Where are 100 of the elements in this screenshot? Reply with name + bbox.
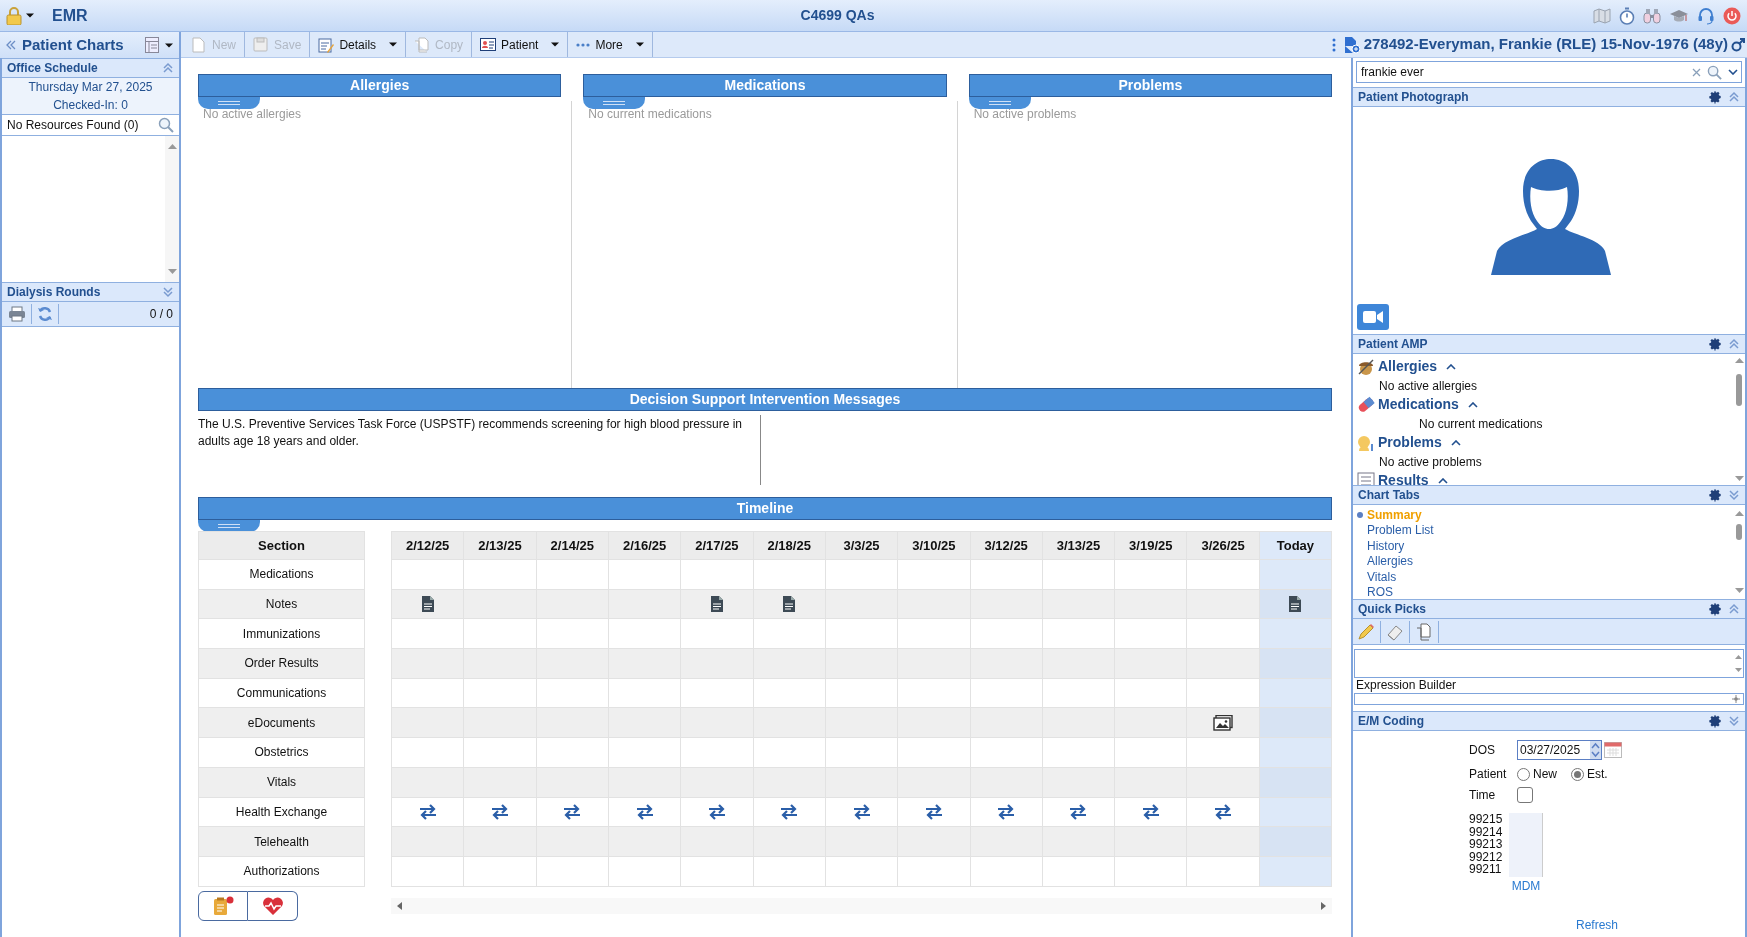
drag-handle[interactable] (198, 520, 260, 532)
refresh-link[interactable]: Refresh (1576, 916, 1619, 934)
chevron-down-icon[interactable] (1728, 69, 1738, 75)
expand-icon[interactable] (1728, 488, 1740, 502)
column-header: Section (198, 531, 365, 560)
crosshair-icon[interactable] (1732, 695, 1740, 703)
scroll-up-icon[interactable] (1734, 358, 1744, 363)
spinner-icon[interactable] (1590, 741, 1601, 759)
scroll-down-icon[interactable] (167, 269, 177, 274)
search-field[interactable]: frankie ever (1356, 61, 1742, 83)
close-icon[interactable] (1692, 67, 1701, 77)
exchange-arrows-icon[interactable] (634, 803, 655, 820)
scroll-thumb[interactable] (1736, 373, 1742, 406)
document-icon (191, 36, 207, 53)
double-chevron-left-icon[interactable] (6, 40, 16, 50)
scroll-up-icon[interactable] (1734, 655, 1742, 659)
caret-icon[interactable] (551, 42, 560, 47)
settings-icon[interactable] (1708, 337, 1722, 351)
column-header: 3/26/25 (1187, 531, 1260, 560)
layout-icon[interactable] (145, 37, 159, 53)
pencil-icon[interactable] (1357, 622, 1375, 641)
settings-icon[interactable] (1708, 488, 1722, 502)
calendar-icon[interactable] (1604, 742, 1622, 758)
mdm-link[interactable]: MDM (1511, 877, 1541, 895)
image-icon[interactable] (1213, 714, 1234, 731)
text-area[interactable] (1354, 649, 1744, 678)
document-icon[interactable] (1289, 596, 1302, 613)
scrollbar[interactable] (165, 136, 179, 282)
checkbox[interactable] (1517, 787, 1533, 803)
caret-icon[interactable] (635, 42, 644, 47)
exchange-arrows-icon[interactable] (1068, 803, 1089, 820)
drag-handle[interactable] (583, 97, 646, 109)
scroll-left-icon[interactable] (397, 901, 402, 910)
exchange-arrows-icon[interactable] (489, 803, 510, 820)
exchange-arrows-icon[interactable] (779, 803, 800, 820)
exchange-arrows-icon[interactable] (996, 803, 1017, 820)
scroll-down-icon[interactable] (1734, 476, 1744, 481)
exchange-arrows-icon[interactable] (1213, 803, 1234, 820)
column-header: Today (1259, 531, 1333, 560)
power-icon[interactable] (1723, 6, 1741, 25)
settings-icon[interactable] (1708, 602, 1722, 616)
caret-icon[interactable] (389, 42, 398, 47)
table-cell: eDocuments (198, 708, 365, 739)
toolbar-button[interactable]: Patient (472, 32, 569, 57)
scroll-thumb[interactable] (1736, 524, 1742, 540)
empty-message: No current medications (587, 106, 713, 123)
search-icon[interactable] (158, 117, 174, 133)
settings-icon[interactable] (1708, 90, 1722, 104)
clipboard-alert-button[interactable] (198, 890, 248, 921)
graduation-cap-icon[interactable] (1669, 7, 1689, 24)
exchange-arrows-icon[interactable] (562, 803, 583, 820)
stopwatch-icon[interactable] (1619, 6, 1635, 25)
drag-handle[interactable] (968, 97, 1031, 109)
exchange-arrows-icon[interactable] (417, 803, 438, 820)
copy-icon[interactable] (1415, 622, 1433, 641)
caret-icon[interactable] (26, 13, 34, 18)
radio-button[interactable]: Est. (1571, 765, 1608, 783)
kebab-menu-icon[interactable] (1331, 37, 1336, 52)
headset-icon[interactable] (1697, 6, 1715, 25)
exchange-arrows-icon[interactable] (923, 803, 944, 820)
collapse-icon[interactable] (1450, 439, 1461, 446)
scrollbar[interactable] (391, 897, 1332, 914)
printer-icon[interactable] (8, 306, 26, 322)
exchange-arrows-icon[interactable] (851, 803, 872, 820)
table-cell: Notes (198, 589, 365, 620)
settings-icon[interactable] (1708, 714, 1722, 728)
caret-icon[interactable] (165, 42, 173, 48)
binoculars-icon[interactable] (1643, 7, 1661, 24)
scroll-up-icon[interactable] (1734, 511, 1744, 516)
code-label: 99213 (1469, 838, 1504, 851)
expression-field[interactable] (1354, 693, 1744, 705)
scroll-down-icon[interactable] (1734, 588, 1744, 593)
map-icon[interactable] (1593, 7, 1611, 24)
refresh-icon[interactable] (37, 306, 53, 322)
collapse-icon[interactable] (1467, 401, 1478, 408)
drag-handle[interactable] (198, 97, 260, 109)
expand-icon[interactable] (162, 285, 174, 299)
radio-button[interactable]: New (1517, 765, 1557, 783)
lock-menu-button[interactable] (6, 6, 34, 25)
document-icon[interactable] (421, 596, 434, 613)
exchange-arrows-icon[interactable] (1140, 803, 1161, 820)
search-icon[interactable] (1707, 64, 1722, 80)
vitals-button[interactable] (248, 890, 298, 921)
date-field[interactable]: 03/27/2025 (1517, 740, 1602, 760)
scroll-right-icon[interactable] (1321, 901, 1326, 910)
document-icon[interactable] (783, 596, 796, 613)
section-header: Allergies (198, 74, 562, 97)
panel-title: E/M Coding (1358, 713, 1425, 730)
expand-icon[interactable] (1728, 714, 1740, 728)
document-icon[interactable] (710, 596, 723, 613)
scroll-up-icon[interactable] (167, 144, 177, 149)
collapse-icon[interactable] (1437, 477, 1448, 484)
scroll-down-icon[interactable] (1734, 668, 1742, 672)
toolbar-button[interactable]: Details (310, 32, 407, 57)
document-plus-icon[interactable] (1343, 35, 1360, 54)
toolbar-button[interactable]: More (568, 32, 653, 57)
collapse-icon[interactable] (1446, 363, 1457, 370)
exchange-arrows-icon[interactable] (706, 803, 727, 820)
chart-tab-link[interactable]: ROS (1367, 583, 1393, 602)
video-call-button[interactable] (1357, 304, 1389, 330)
